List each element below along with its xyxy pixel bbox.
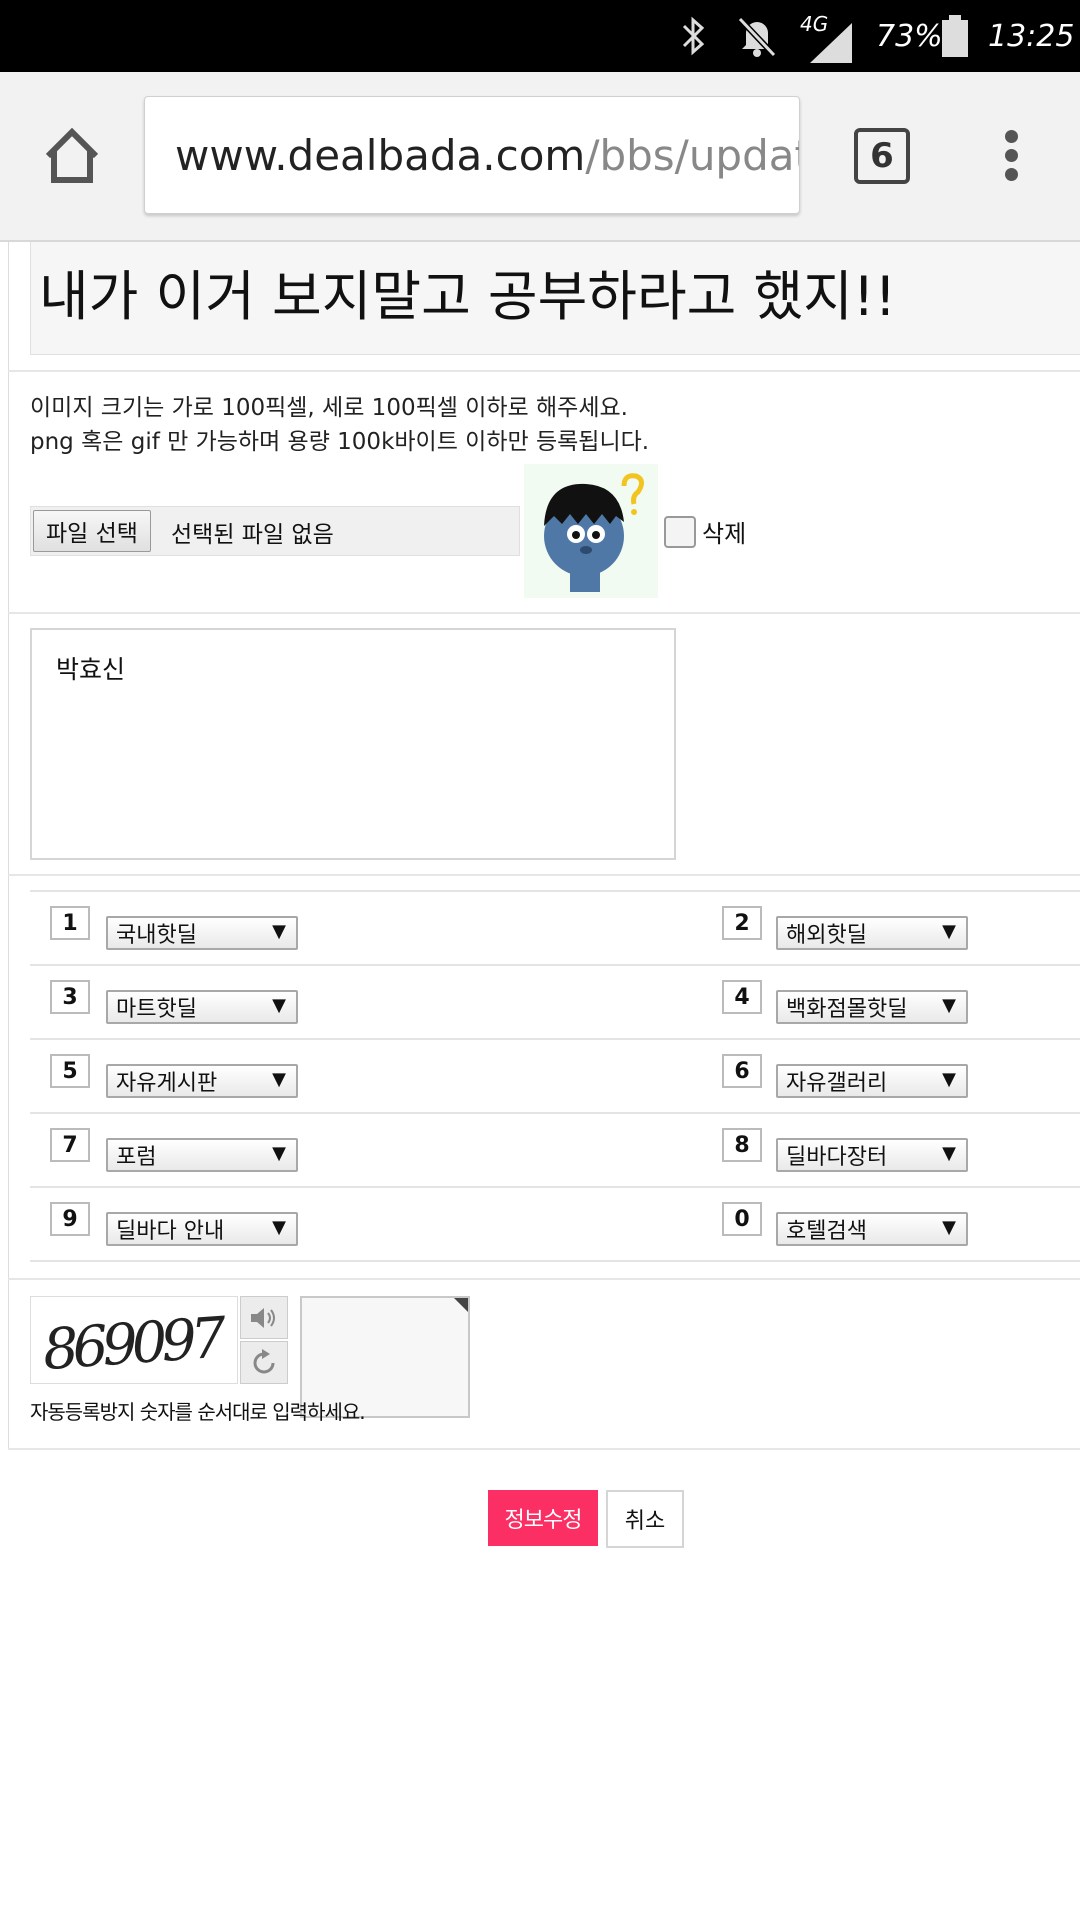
- notifications-muted-icon: [734, 0, 780, 72]
- status-bar: 4G 73% 13:25: [0, 0, 1080, 72]
- row-divider: [30, 1260, 1080, 1262]
- shortcut-key: 6: [722, 1054, 762, 1088]
- url-host: www.dealbada.com: [175, 130, 586, 180]
- image-size-notice: 이미지 크기는 가로 100픽셀, 세로 100픽셀 이하로 해주세요.: [30, 395, 628, 421]
- quick-link-select[interactable]: 포럼 ▼: [106, 1138, 298, 1172]
- dropdown-arrow-icon: ▼: [942, 995, 956, 1016]
- left-border: [8, 242, 9, 1448]
- dropdown-arrow-icon: ▼: [272, 995, 286, 1016]
- speaker-icon[interactable]: [240, 1296, 288, 1339]
- delete-label: 삭제: [702, 520, 747, 548]
- page-content: 내가 이거 보지말고 공부하라고 했지!! 이미지 크기는 가로 100픽셀, …: [0, 242, 1080, 1920]
- dropdown-arrow-icon: ▼: [272, 1217, 286, 1238]
- shortcut-key: 0: [722, 1202, 762, 1236]
- row-divider: [30, 1186, 1080, 1188]
- refresh-icon[interactable]: [240, 1341, 288, 1384]
- battery-icon: [940, 0, 970, 72]
- signature-text: 박효신: [56, 655, 126, 684]
- divider: [8, 1448, 1080, 1450]
- select-value: 마트핫딜: [116, 997, 197, 1022]
- image-format-notice: png 혹은 gif 만 가능하며 용량 100k바이트 이하만 등록됩니다.: [30, 429, 650, 455]
- overflow-menu-icon[interactable]: [1000, 130, 1022, 184]
- avatar: [524, 464, 658, 598]
- select-value: 딜바다 안내: [116, 1219, 225, 1244]
- battery-percent: 73%: [876, 18, 943, 54]
- row-divider: [30, 1038, 1080, 1040]
- quick-link-select[interactable]: 마트핫딜 ▼: [106, 990, 298, 1024]
- cancel-button[interactable]: 취소: [606, 1490, 684, 1548]
- signal-icon: 4G: [800, 0, 852, 72]
- dropdown-arrow-icon: ▼: [942, 1217, 956, 1238]
- shortcut-key: 4: [722, 980, 762, 1014]
- captcha-hint: 자동등록방지 숫자를 순서대로 입력하세요.: [30, 1400, 366, 1424]
- dropdown-arrow-icon: ▼: [272, 921, 286, 942]
- network-type: 4G: [800, 12, 829, 36]
- tab-switcher-button[interactable]: 6: [854, 128, 910, 184]
- quick-link-select[interactable]: 호텔검색 ▼: [776, 1212, 968, 1246]
- select-value: 백화점몰핫딜: [786, 997, 908, 1022]
- select-value: 해외핫딜: [786, 923, 867, 948]
- shortcut-key: 8: [722, 1128, 762, 1162]
- shortcut-key: 9: [50, 1202, 90, 1236]
- captcha-image: 869097: [30, 1296, 238, 1384]
- home-icon[interactable]: [40, 124, 104, 188]
- quick-link-select[interactable]: 딜바다장터 ▼: [776, 1138, 968, 1172]
- quick-link-select[interactable]: 백화점몰핫딜 ▼: [776, 990, 968, 1024]
- bluetooth-icon: [676, 0, 710, 72]
- shortcut-key: 3: [50, 980, 90, 1014]
- dropdown-arrow-icon: ▼: [272, 1143, 286, 1164]
- shortcut-key: 5: [50, 1054, 90, 1088]
- update-info-button[interactable]: 정보수정: [488, 1490, 598, 1546]
- select-value: 호텔검색: [786, 1219, 867, 1244]
- quick-link-select[interactable]: 자유갤러리 ▼: [776, 1064, 968, 1098]
- dropdown-arrow-icon: ▼: [272, 1069, 286, 1090]
- divider: [8, 370, 1080, 372]
- choose-file-button[interactable]: 파일 선택: [33, 510, 151, 552]
- row-divider: [30, 964, 1080, 966]
- dropdown-arrow-icon: ▼: [942, 921, 956, 942]
- select-value: 국내핫딜: [116, 923, 197, 948]
- browser-toolbar: www.dealbada.com/bbs/updat 6: [0, 72, 1080, 242]
- divider: [8, 612, 1080, 614]
- delete-checkbox[interactable]: [664, 516, 696, 548]
- row-divider: [30, 890, 1080, 892]
- url-path: /bbs/updat: [585, 130, 800, 180]
- signature-textarea[interactable]: 박효신: [30, 628, 676, 860]
- divider: [8, 874, 1080, 876]
- quick-link-select[interactable]: 해외핫딜 ▼: [776, 916, 968, 950]
- clock: 13:25: [988, 18, 1075, 54]
- title-box: 내가 이거 보지말고 공부하라고 했지!!: [30, 242, 1080, 355]
- shortcut-key: 2: [722, 906, 762, 940]
- quick-link-select[interactable]: 딜바다 안내 ▼: [106, 1212, 298, 1246]
- quick-link-select[interactable]: 자유게시판 ▼: [106, 1064, 298, 1098]
- quick-link-select[interactable]: 국내핫딜 ▼: [106, 916, 298, 950]
- row-divider: [30, 1112, 1080, 1114]
- select-value: 포럼: [116, 1145, 157, 1170]
- captcha-code: 869097: [41, 1305, 229, 1383]
- dropdown-arrow-icon: ▼: [942, 1143, 956, 1164]
- select-value: 자유게시판: [116, 1071, 218, 1096]
- select-value: 딜바다장터: [786, 1145, 888, 1170]
- select-value: 자유갤러리: [786, 1071, 888, 1096]
- file-status: 선택된 파일 없음: [171, 522, 334, 548]
- page-title: 내가 이거 보지말고 공부하라고 했지!!: [39, 265, 897, 328]
- divider: [8, 1278, 1080, 1280]
- captcha-controls: [240, 1296, 288, 1384]
- dropdown-arrow-icon: ▼: [942, 1069, 956, 1090]
- resize-corner-icon: [454, 1298, 468, 1312]
- url-bar[interactable]: www.dealbada.com/bbs/updat: [144, 96, 800, 214]
- shortcut-key: 7: [50, 1128, 90, 1162]
- file-input: 파일 선택 선택된 파일 없음: [30, 506, 520, 556]
- shortcut-key: 1: [50, 906, 90, 940]
